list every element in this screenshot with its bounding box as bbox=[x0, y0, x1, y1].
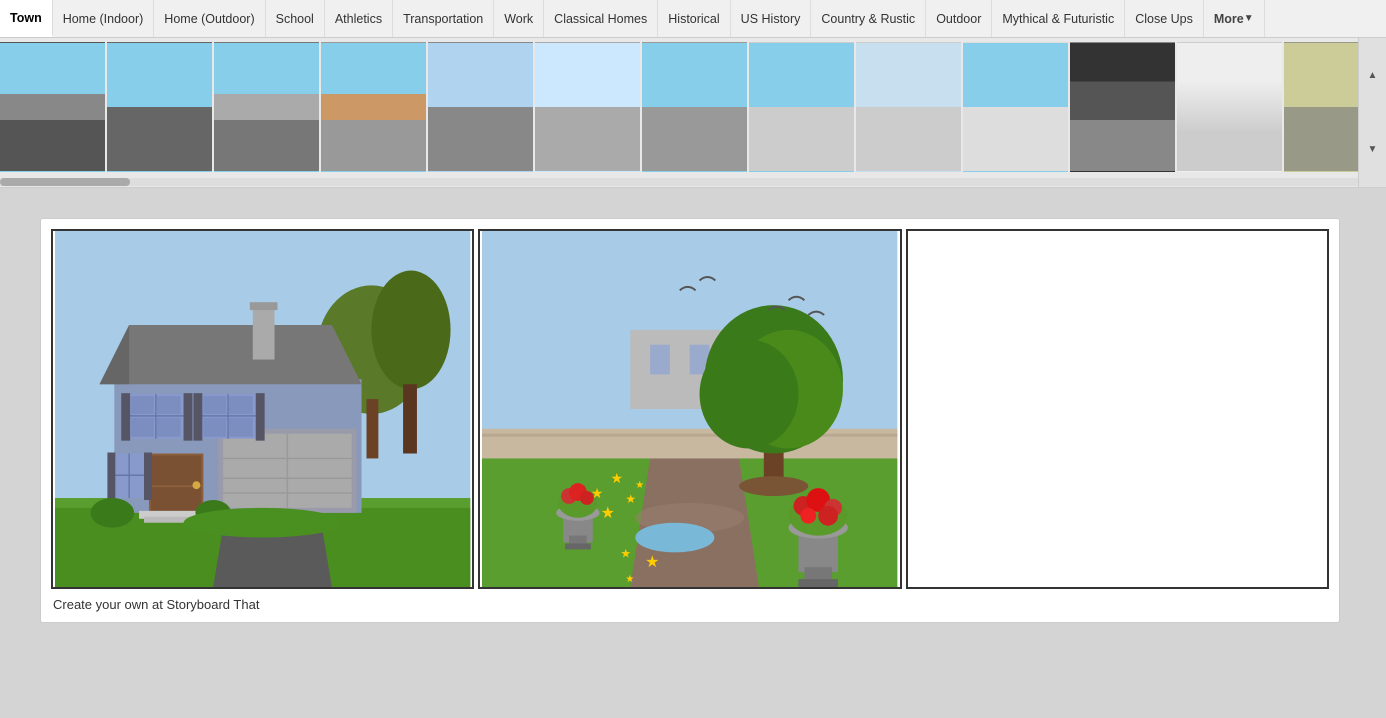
nav-tab-school[interactable]: School bbox=[266, 0, 325, 37]
scroll-up-button[interactable]: ▲ bbox=[1359, 38, 1386, 113]
nav-tab-close-ups[interactable]: Close Ups bbox=[1125, 0, 1204, 37]
svg-text:★: ★ bbox=[591, 485, 603, 501]
cells-row: ★ ★ ★ ★ ★ ★ ★ ★ ★ ★ bbox=[51, 229, 1329, 589]
svg-text:★: ★ bbox=[621, 546, 632, 560]
svg-text:★: ★ bbox=[645, 554, 659, 571]
scroll-indicator bbox=[0, 178, 1386, 186]
nav-tab-outdoor[interactable]: Outdoor bbox=[926, 0, 992, 37]
thumbnail-item-12[interactable] bbox=[1177, 42, 1282, 172]
storyboard-container: ★ ★ ★ ★ ★ ★ ★ ★ ★ ★ bbox=[40, 218, 1340, 623]
nav-tab-us-history[interactable]: US History bbox=[731, 0, 812, 37]
svg-text:★: ★ bbox=[626, 492, 637, 506]
scroll-down-button[interactable]: ▼ bbox=[1359, 113, 1386, 188]
nav-tab-town[interactable]: Town bbox=[0, 0, 53, 37]
thumbnail-item-3[interactable] bbox=[214, 42, 319, 172]
nav-tab-mythical-futuristic[interactable]: Mythical & Futuristic bbox=[992, 0, 1125, 37]
thumbnail-item-4[interactable] bbox=[321, 42, 426, 172]
thumbnail-item-7[interactable] bbox=[642, 42, 747, 172]
thumbnail-strip[interactable] bbox=[0, 38, 1386, 178]
thumbnail-item-1[interactable] bbox=[0, 42, 105, 172]
nav-tab-country-rustic[interactable]: Country & Rustic bbox=[811, 0, 926, 37]
nav-tab-classical-homes[interactable]: Classical Homes bbox=[544, 0, 658, 37]
thumbnail-item-2[interactable] bbox=[107, 42, 212, 172]
thumbnail-item-8[interactable] bbox=[749, 42, 854, 172]
svg-text:★: ★ bbox=[636, 480, 645, 491]
thumbnail-item-10[interactable] bbox=[963, 42, 1068, 172]
nav-tab-historical[interactable]: Historical bbox=[658, 0, 730, 37]
svg-text:★: ★ bbox=[611, 470, 623, 486]
storyboard-caption: Create your own at Storyboard That bbox=[51, 597, 1329, 612]
category-nav: TownHome (Indoor)Home (Outdoor)SchoolAth… bbox=[0, 0, 1386, 38]
main-area: ★ ★ ★ ★ ★ ★ ★ ★ ★ ★ bbox=[0, 188, 1386, 668]
nav-tab-home-indoor[interactable]: Home (Indoor) bbox=[53, 0, 155, 37]
thumbnail-item-6[interactable] bbox=[535, 42, 640, 172]
nav-tab-home-outdoor[interactable]: Home (Outdoor) bbox=[154, 0, 265, 37]
strip-nav-arrows: ▲ ▼ bbox=[1358, 38, 1386, 187]
thumbnail-item-5[interactable] bbox=[428, 42, 533, 172]
storyboard-cell-2[interactable]: ★ ★ ★ ★ ★ ★ ★ ★ ★ ★ bbox=[478, 229, 901, 589]
nav-tab-work[interactable]: Work bbox=[494, 0, 544, 37]
svg-text:★: ★ bbox=[601, 505, 615, 522]
nav-tab-more[interactable]: More bbox=[1204, 0, 1265, 37]
storyboard-cell-3[interactable] bbox=[906, 229, 1329, 589]
thumbnail-strip-wrapper: ▲ ▼ bbox=[0, 38, 1386, 188]
nav-tab-transportation[interactable]: Transportation bbox=[393, 0, 494, 37]
storyboard-cell-1[interactable] bbox=[51, 229, 474, 589]
thumbnail-item-9[interactable] bbox=[856, 42, 961, 172]
svg-text:★: ★ bbox=[626, 574, 635, 585]
scroll-thumb bbox=[0, 178, 130, 186]
thumbnail-item-11[interactable] bbox=[1070, 42, 1175, 172]
nav-tab-athletics[interactable]: Athletics bbox=[325, 0, 393, 37]
